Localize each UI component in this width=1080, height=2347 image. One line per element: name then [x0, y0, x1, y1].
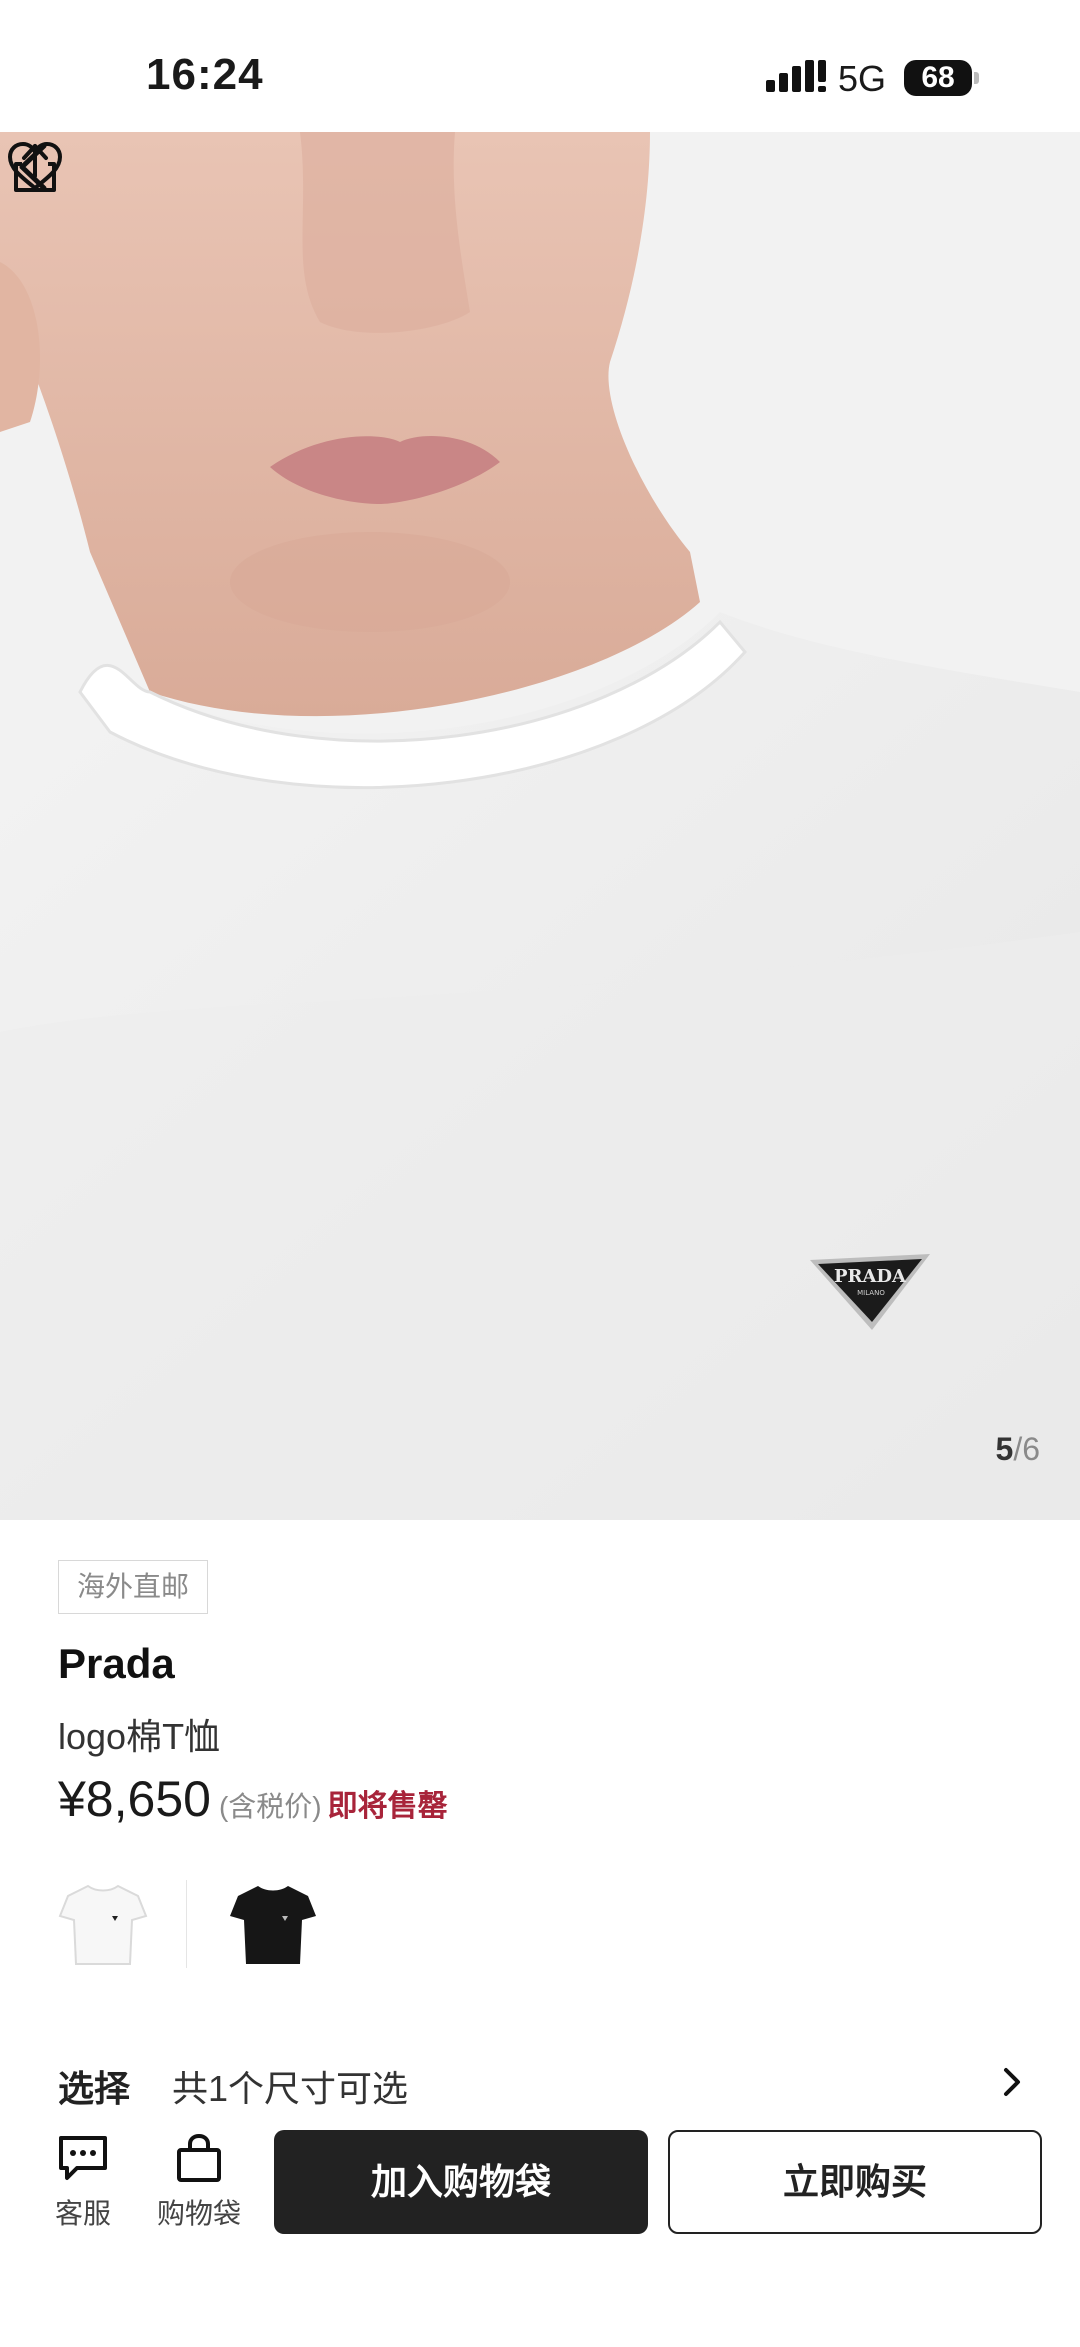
select-value: 共1个尺寸可选: [172, 2068, 409, 2109]
swatch-divider: [186, 1880, 187, 1968]
battery-level: 68: [904, 60, 972, 96]
customer-service-button[interactable]: 客服: [28, 2130, 138, 2232]
price-row: ¥8,650 (含税价) 即将售罄: [58, 1770, 448, 1828]
product-price: ¥8,650: [58, 1771, 211, 1827]
status-bar: 16:24 5G 68: [0, 0, 1080, 132]
pager-separator: /: [1013, 1431, 1023, 1467]
brand-name: Prada: [58, 1640, 175, 1687]
product-photo: PRADA MILANO: [0, 132, 1080, 1520]
tax-note: (含税价): [218, 1791, 322, 1822]
battery-tip: [974, 72, 979, 84]
select-label: 选择: [58, 2068, 131, 2109]
product-image-carousel[interactable]: PRADA MILANO 5/6: [0, 132, 1080, 1520]
size-select-row[interactable]: 选择 共1个尺寸可选: [0, 2050, 1080, 2114]
shipping-tag: 海外直邮: [58, 1560, 209, 1614]
buy-now-button[interactable]: 立即购买: [668, 2130, 1042, 2234]
bottom-action-bar: 客服 购物袋 加入购物袋 立即购买: [0, 2120, 1080, 2347]
shopping-bag-label: 购物袋: [156, 2198, 241, 2229]
shopping-bag-icon: [177, 2133, 221, 2182]
signal-icon: [766, 60, 826, 92]
stock-status: 即将售罄: [327, 1790, 448, 1823]
swatch-white-tshirt[interactable]: [58, 1876, 148, 1972]
shopping-bag-button[interactable]: 购物袋: [144, 2130, 254, 2232]
chevron-right-icon: [1004, 2068, 1020, 2096]
status-time: 16:24: [146, 50, 264, 99]
svg-text:PRADA: PRADA: [834, 1266, 907, 1287]
product-name: logo棉T恤: [58, 1716, 221, 1757]
image-pager: 5/6: [996, 1431, 1040, 1468]
swatch-black-tshirt[interactable]: [228, 1876, 318, 1972]
svg-text:MILANO: MILANO: [857, 1289, 885, 1297]
add-to-bag-button[interactable]: 加入购物袋: [274, 2130, 648, 2234]
customer-service-label: 客服: [54, 2198, 111, 2229]
network-type: 5G: [838, 58, 887, 99]
pager-total: 6: [1022, 1431, 1040, 1467]
heart-icon[interactable]: [0, 132, 70, 202]
pager-current: 5: [995, 1431, 1014, 1467]
chat-icon: [59, 2136, 107, 2180]
